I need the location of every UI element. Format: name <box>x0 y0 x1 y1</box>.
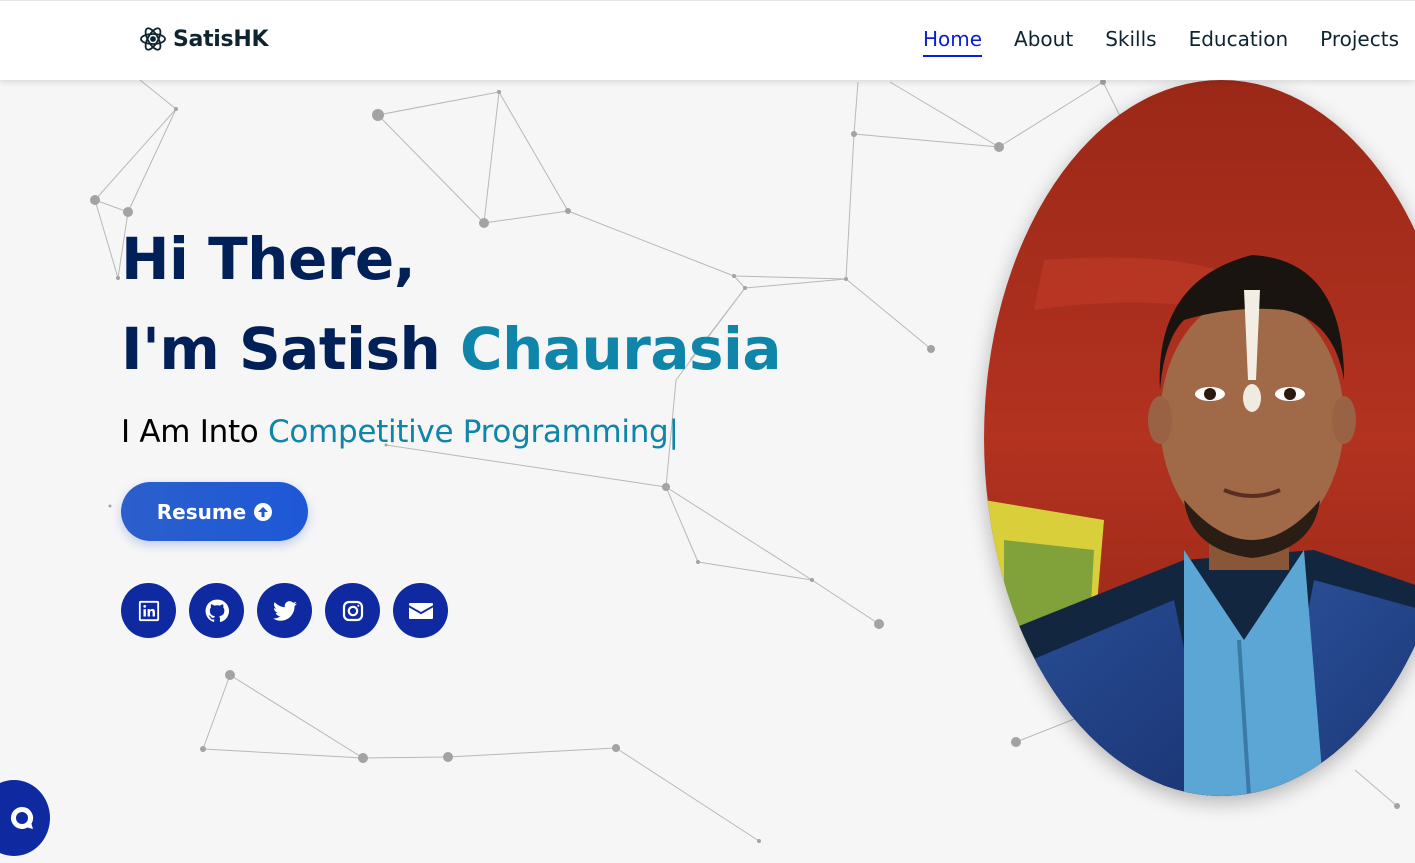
twitter-icon <box>272 598 298 624</box>
hero-greeting: Hi There, <box>121 225 416 293</box>
hero-section: Hi There, I'm Satish Chaurasia I Am Into… <box>121 225 782 638</box>
social-links <box>121 583 781 638</box>
brand-logo[interactable]: SatisHK <box>139 25 269 53</box>
github-icon <box>204 598 230 624</box>
nav-link-education[interactable]: Education <box>1189 27 1289 57</box>
chat-bubble-icon <box>7 803 37 833</box>
email-button[interactable] <box>393 583 448 638</box>
main-nav: Home About Skills Education Projects <box>922 27 1399 57</box>
hero-role: I Am Into Competitive Programming| <box>121 414 781 450</box>
linkedin-button[interactable] <box>121 583 176 638</box>
instagram-button[interactable] <box>325 583 380 638</box>
hero-intro: I'm Satish Chaurasia <box>121 320 782 378</box>
instagram-icon <box>341 599 365 623</box>
navbar: SatisHK Home About Skills Education Proj… <box>0 0 1415 80</box>
brand-name: SatisHK <box>173 26 269 52</box>
hero-role-prefix: I Am Into <box>121 414 259 450</box>
linkedin-icon <box>138 600 160 622</box>
hero-role-typed: Competitive Programming <box>268 414 669 450</box>
nav-link-skills[interactable]: Skills <box>1105 27 1156 57</box>
hero-intro-highlight: Chaurasia <box>460 315 782 383</box>
atom-icon <box>139 25 167 53</box>
resume-button-label: Resume <box>156 499 247 524</box>
envelope-icon <box>408 600 434 622</box>
arrow-up-circle-icon <box>254 502 273 521</box>
nav-link-projects[interactable]: Projects <box>1320 27 1399 57</box>
typing-cursor: | <box>668 414 679 450</box>
nav-link-home[interactable]: Home <box>922 27 983 57</box>
resume-button[interactable]: Resume <box>121 482 308 541</box>
hero-intro-prefix: I'm Satish <box>121 315 441 383</box>
github-button[interactable] <box>189 583 244 638</box>
twitter-button[interactable] <box>257 583 312 638</box>
nav-link-about[interactable]: About <box>1014 27 1073 57</box>
